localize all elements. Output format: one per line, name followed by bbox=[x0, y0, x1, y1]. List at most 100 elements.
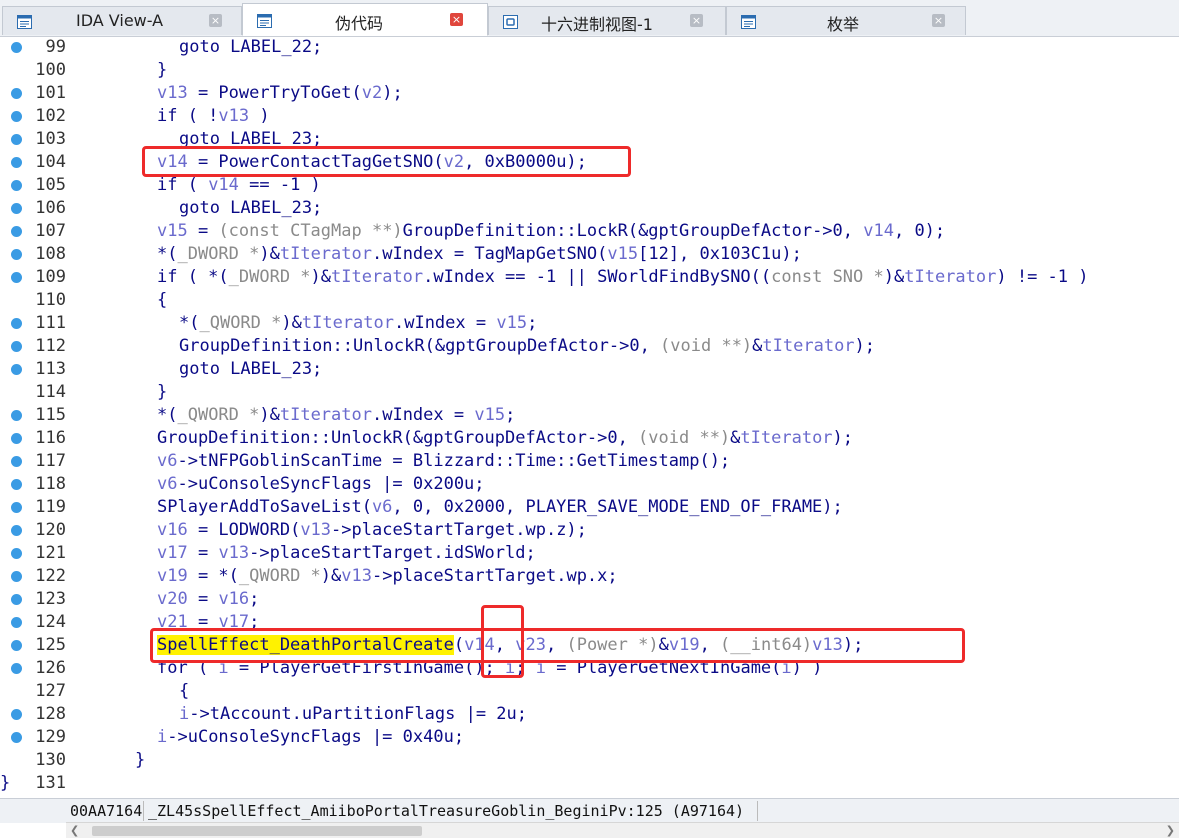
breakpoint-marker-icon[interactable] bbox=[11, 318, 22, 329]
code-variable[interactable]: v15 bbox=[496, 313, 527, 333]
close-icon[interactable]: × bbox=[209, 14, 222, 27]
code-variable[interactable]: v13 bbox=[218, 106, 249, 126]
code-variable[interactable]: v15 bbox=[607, 244, 638, 264]
breakpoint-marker-icon[interactable] bbox=[11, 180, 22, 191]
close-icon[interactable]: × bbox=[932, 14, 945, 27]
code-line[interactable]: 102 if ( !v13 ) bbox=[0, 105, 1179, 128]
code-line[interactable]: 127 { bbox=[0, 680, 1179, 703]
code-line[interactable]: 119 SPlayerAddToSaveList(v6, 0, 0x2000, P… bbox=[0, 496, 1179, 519]
code-variable[interactable]: v20 bbox=[157, 589, 188, 609]
code-variable[interactable]: v16 bbox=[218, 589, 249, 609]
code-line[interactable]: 109 if ( *(_DWORD *)&tIterator.wIndex == … bbox=[0, 266, 1179, 289]
code-text: { bbox=[179, 681, 189, 701]
code-variable[interactable]: tIterator bbox=[280, 244, 372, 264]
tab-1[interactable]: IDA View-A × bbox=[2, 6, 242, 35]
tab-4[interactable]: 枚举 × bbox=[726, 6, 966, 35]
breakpoint-marker-icon[interactable] bbox=[11, 732, 22, 743]
breakpoint-marker-icon[interactable] bbox=[11, 594, 22, 605]
code-variable[interactable]: v14 bbox=[863, 221, 894, 241]
code-line[interactable]: 129 i->uConsoleSyncFlags |= 0x40u; bbox=[0, 726, 1179, 749]
code-line[interactable]: 108 *(_DWORD *)&tIterator.wIndex = TagMap… bbox=[0, 243, 1179, 266]
code-variable[interactable]: v13 bbox=[300, 520, 331, 540]
code-variable[interactable]: v13 bbox=[157, 83, 188, 103]
code-variable[interactable]: v13 bbox=[341, 566, 372, 586]
breakpoint-marker-icon[interactable] bbox=[11, 502, 22, 513]
code-variable[interactable]: tIterator bbox=[280, 405, 372, 425]
breakpoint-marker-icon[interactable] bbox=[11, 525, 22, 536]
code-line[interactable]: 101 v13 = PowerTryToGet(v2); bbox=[0, 82, 1179, 105]
breakpoint-marker-icon[interactable] bbox=[11, 456, 22, 467]
horizontal-scrollbar[interactable]: ❮ ❯ bbox=[66, 822, 1179, 838]
breakpoint-marker-icon[interactable] bbox=[11, 272, 22, 283]
code-variable[interactable]: v6 bbox=[157, 451, 177, 471]
code-variable[interactable]: tIterator bbox=[762, 336, 854, 356]
code-variable[interactable]: tIterator bbox=[302, 313, 394, 333]
breakpoint-marker-icon[interactable] bbox=[11, 88, 22, 99]
code-line[interactable]: 111 *(_QWORD *)&tIterator.wIndex = v15; bbox=[0, 312, 1179, 335]
breakpoint-marker-icon[interactable] bbox=[11, 134, 22, 145]
code-variable[interactable]: v6 bbox=[157, 474, 177, 494]
breakpoint-marker-icon[interactable] bbox=[11, 157, 22, 168]
code-variable[interactable]: i bbox=[179, 704, 189, 724]
close-icon[interactable]: × bbox=[450, 13, 463, 26]
code-token: = bbox=[187, 221, 219, 241]
breakpoint-marker-icon[interactable] bbox=[11, 663, 22, 674]
scrollbar-thumb[interactable] bbox=[92, 826, 422, 836]
code-line[interactable]: 100} bbox=[0, 59, 1179, 82]
breakpoint-marker-icon[interactable] bbox=[11, 341, 22, 352]
code-variable[interactable]: tIterator bbox=[904, 267, 996, 287]
code-line[interactable]: 112 GroupDefinition::UnlockR(&gptGroupDef… bbox=[0, 335, 1179, 358]
code-variable[interactable]: v15 bbox=[157, 221, 188, 241]
code-variable[interactable]: v6 bbox=[372, 497, 392, 517]
code-line[interactable]: 131} bbox=[0, 772, 1179, 795]
breakpoint-marker-icon[interactable] bbox=[11, 548, 22, 559]
code-line[interactable]: 121 v17 = v13->placeStartTarget.idSWorld; bbox=[0, 542, 1179, 565]
close-icon[interactable]: × bbox=[690, 14, 703, 27]
breakpoint-marker-icon[interactable] bbox=[11, 203, 22, 214]
code-token: = *( bbox=[187, 566, 239, 586]
breakpoint-marker-icon[interactable] bbox=[11, 42, 22, 53]
code-variable[interactable]: tIterator bbox=[331, 267, 423, 287]
code-line[interactable]: 128 i->tAccount.uPartitionFlags |= 2u; bbox=[0, 703, 1179, 726]
breakpoint-marker-icon[interactable] bbox=[11, 433, 22, 444]
code-variable[interactable]: tIterator bbox=[740, 428, 832, 448]
breakpoint-marker-icon[interactable] bbox=[11, 709, 22, 720]
code-line[interactable]: 113 goto LABEL_23; bbox=[0, 358, 1179, 381]
breakpoint-marker-icon[interactable] bbox=[11, 571, 22, 582]
code-line[interactable]: 114} bbox=[0, 381, 1179, 404]
code-line[interactable]: 117 v6->tNFPGoblinScanTime = Blizzard::Ti… bbox=[0, 450, 1179, 473]
breakpoint-marker-icon[interactable] bbox=[11, 640, 22, 651]
code-variable[interactable]: v16 bbox=[157, 520, 188, 540]
code-variable[interactable]: v13 bbox=[218, 543, 249, 563]
code-line[interactable]: 122 v19 = *(_QWORD *)&v13->placeStartTarg… bbox=[0, 565, 1179, 588]
breakpoint-marker-icon[interactable] bbox=[11, 111, 22, 122]
code-line[interactable]: 106 goto LABEL_23; bbox=[0, 197, 1179, 220]
code-line[interactable]: 115 *(_QWORD *)&tIterator.wIndex = v15; bbox=[0, 404, 1179, 427]
code-variable[interactable]: v14 bbox=[208, 175, 239, 195]
tab-2[interactable]: 伪代码 × bbox=[242, 3, 488, 36]
code-line[interactable]: 116 GroupDefinition::UnlockR(&gptGroupDef… bbox=[0, 427, 1179, 450]
code-line[interactable]: 118 v6->uConsoleSyncFlags |= 0x200u; bbox=[0, 473, 1179, 496]
scroll-left-icon[interactable]: ❮ bbox=[70, 824, 79, 837]
code-variable[interactable]: v2 bbox=[362, 83, 382, 103]
code-line[interactable]: 107 v15 = (const CTagMap **)GroupDefiniti… bbox=[0, 220, 1179, 243]
scroll-right-icon[interactable]: ❯ bbox=[1166, 824, 1175, 837]
tab-3[interactable]: 十六进制视图-1 × bbox=[488, 6, 726, 35]
code-line[interactable]: 105 if ( v14 == -1 ) bbox=[0, 174, 1179, 197]
code-line[interactable]: 130} bbox=[0, 749, 1179, 772]
code-line[interactable]: 99 goto LABEL_22; bbox=[0, 36, 1179, 59]
code-type-cast: _QWORD * bbox=[238, 566, 321, 586]
breakpoint-marker-icon[interactable] bbox=[11, 226, 22, 237]
code-line[interactable]: 120 v16 = LODWORD(v13->placeStartTarget.w… bbox=[0, 519, 1179, 542]
code-line[interactable]: 123 v20 = v16; bbox=[0, 588, 1179, 611]
code-variable[interactable]: v17 bbox=[157, 543, 188, 563]
code-variable[interactable]: v19 bbox=[157, 566, 188, 586]
code-variable[interactable]: i bbox=[157, 727, 167, 747]
breakpoint-marker-icon[interactable] bbox=[11, 479, 22, 490]
breakpoint-marker-icon[interactable] bbox=[11, 364, 22, 375]
breakpoint-marker-icon[interactable] bbox=[11, 249, 22, 260]
code-variable[interactable]: v15 bbox=[474, 405, 505, 425]
code-line[interactable]: 110 { bbox=[0, 289, 1179, 312]
breakpoint-marker-icon[interactable] bbox=[11, 410, 22, 421]
breakpoint-marker-icon[interactable] bbox=[11, 617, 22, 628]
